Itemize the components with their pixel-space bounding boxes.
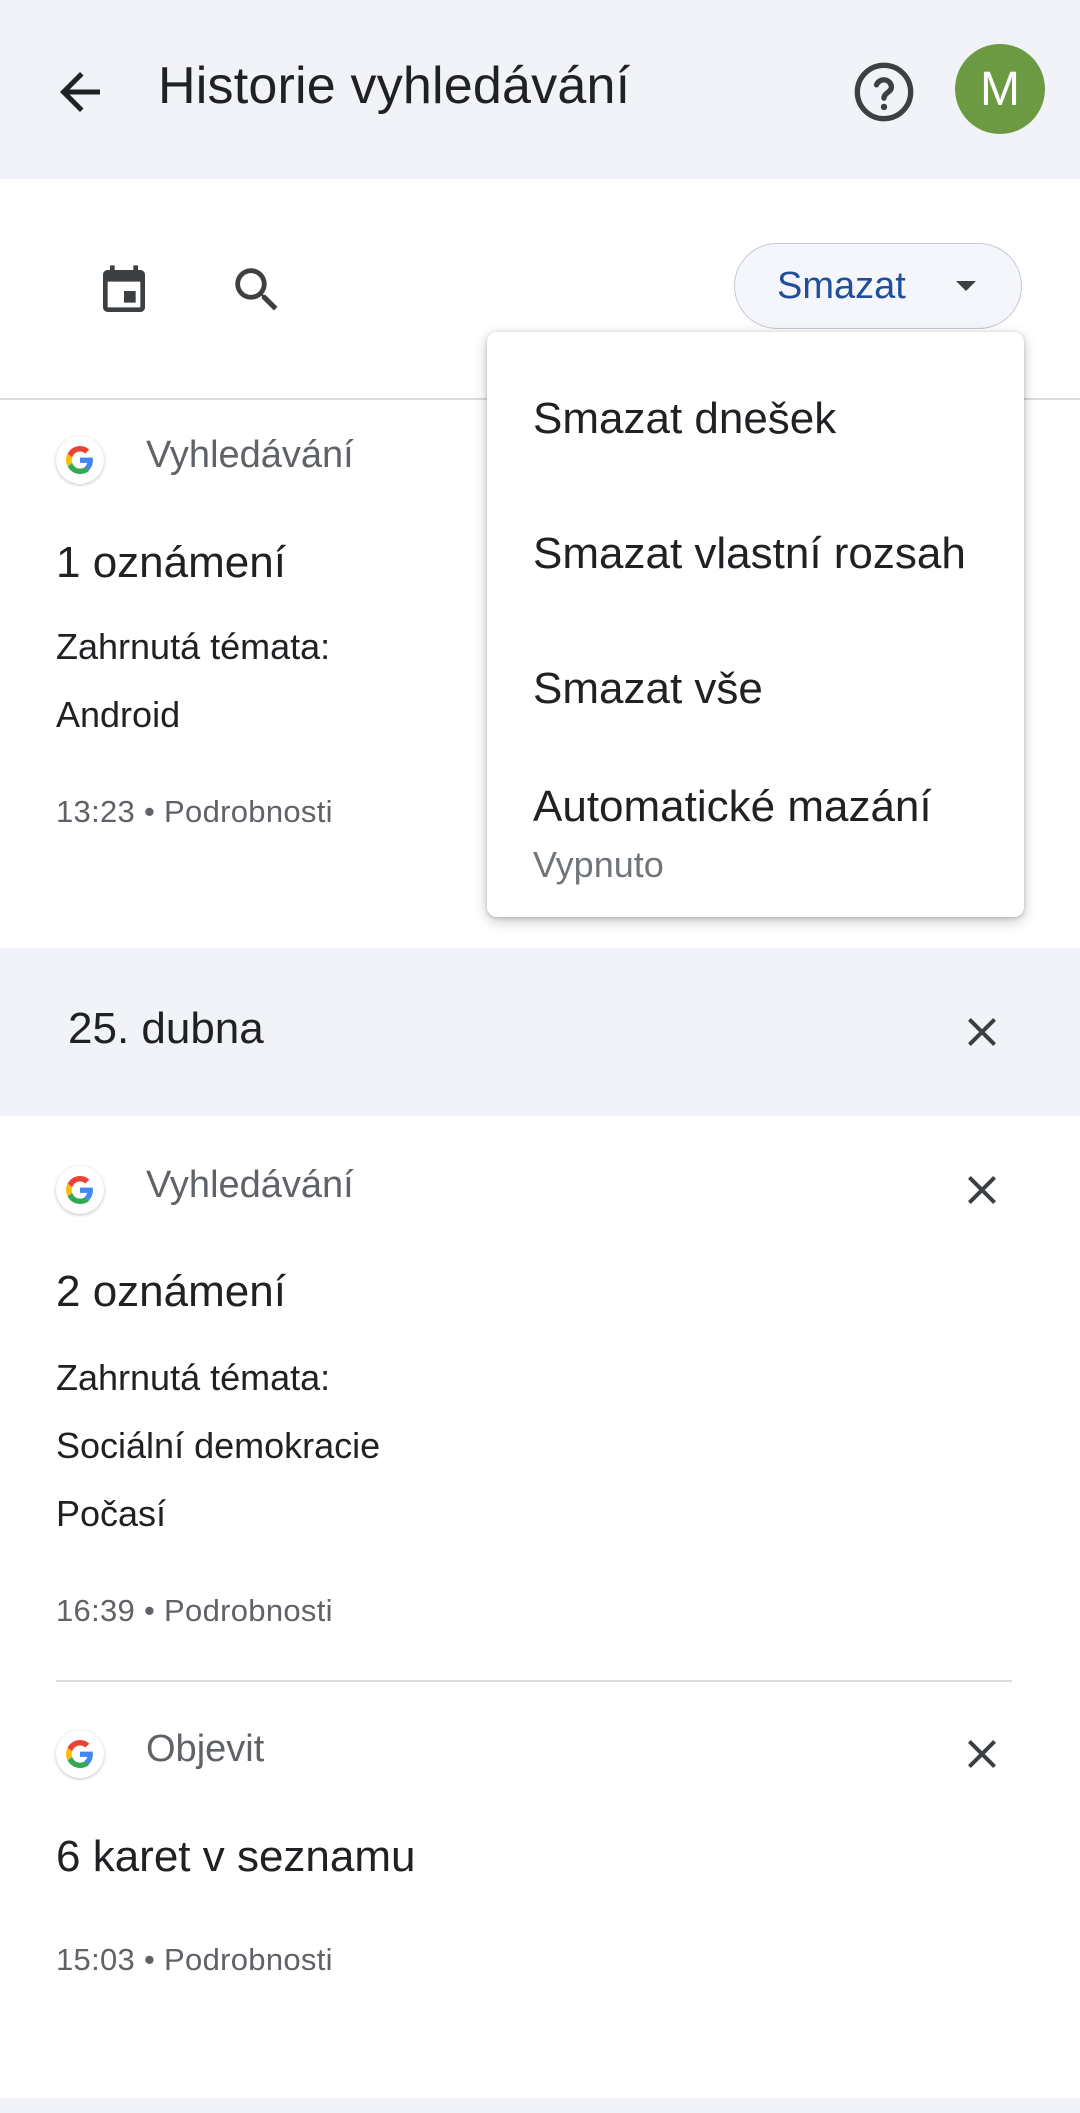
google-logo-icon bbox=[56, 1166, 104, 1214]
menu-item-auto-delete-status: Vypnuto bbox=[533, 844, 664, 885]
menu-item-delete-custom-range[interactable]: Smazat vlastní rozsah bbox=[533, 529, 966, 579]
item-detail-line: Zahrnutá témata: bbox=[56, 1357, 331, 1398]
page-title: Historie vyhledávání bbox=[158, 57, 631, 115]
calendar-icon[interactable] bbox=[96, 261, 152, 321]
menu-item-delete-all[interactable]: Smazat vše bbox=[533, 664, 763, 714]
item-meta[interactable]: 15:03 • Podrobnosti bbox=[56, 1942, 333, 1978]
item-detail-line: Sociální demokracie bbox=[56, 1425, 381, 1466]
date-label: 25. dubna bbox=[68, 1004, 264, 1053]
item-meta[interactable]: 16:39 • Podrobnosti bbox=[56, 1593, 333, 1629]
caret-down-icon bbox=[956, 281, 976, 291]
date-header: 25. dubna bbox=[0, 948, 1080, 1116]
close-icon[interactable] bbox=[958, 1008, 1006, 1056]
item-detail-line: Android bbox=[56, 694, 181, 735]
google-logo-icon bbox=[56, 436, 104, 484]
item-headline: 1 oznámení bbox=[56, 538, 286, 587]
search-icon[interactable] bbox=[228, 261, 286, 319]
google-logo-icon bbox=[56, 1730, 104, 1778]
close-icon[interactable] bbox=[958, 1730, 1006, 1778]
item-headline: 6 karet v seznamu bbox=[56, 1832, 416, 1881]
service-name: Vyhledávání bbox=[146, 434, 354, 476]
activity-item[interactable]: Vyhledávání 2 oznámení Zahrnutá témata: … bbox=[0, 1116, 1080, 1680]
item-detail-line: Zahrnutá témata: bbox=[56, 626, 331, 667]
delete-menu: Smazat dnešek Smazat vlastní rozsah Smaz… bbox=[487, 332, 1024, 917]
account-avatar[interactable]: M bbox=[955, 44, 1045, 134]
delete-dropdown-button[interactable]: Smazat bbox=[734, 243, 1022, 329]
item-meta[interactable]: 13:23 • Podrobnosti bbox=[56, 794, 333, 830]
menu-item-delete-today[interactable]: Smazat dnešek bbox=[533, 394, 836, 444]
delete-button-label: Smazat bbox=[777, 264, 906, 307]
menu-item-auto-delete[interactable]: Automatické mazání bbox=[533, 782, 932, 832]
help-icon[interactable] bbox=[852, 60, 916, 124]
service-name: Objevit bbox=[146, 1728, 265, 1770]
item-detail-line: Počasí bbox=[56, 1493, 167, 1534]
bottom-edge bbox=[0, 2098, 1080, 2113]
app-bar: Historie vyhledávání M bbox=[0, 0, 1080, 179]
item-headline: 2 oznámení bbox=[56, 1267, 286, 1316]
close-icon[interactable] bbox=[958, 1166, 1006, 1214]
activity-item[interactable]: Objevit 6 karet v seznamu 15:03 • Podrob… bbox=[0, 1682, 1080, 2096]
service-name: Vyhledávání bbox=[146, 1164, 354, 1206]
back-arrow-icon[interactable] bbox=[50, 62, 110, 122]
